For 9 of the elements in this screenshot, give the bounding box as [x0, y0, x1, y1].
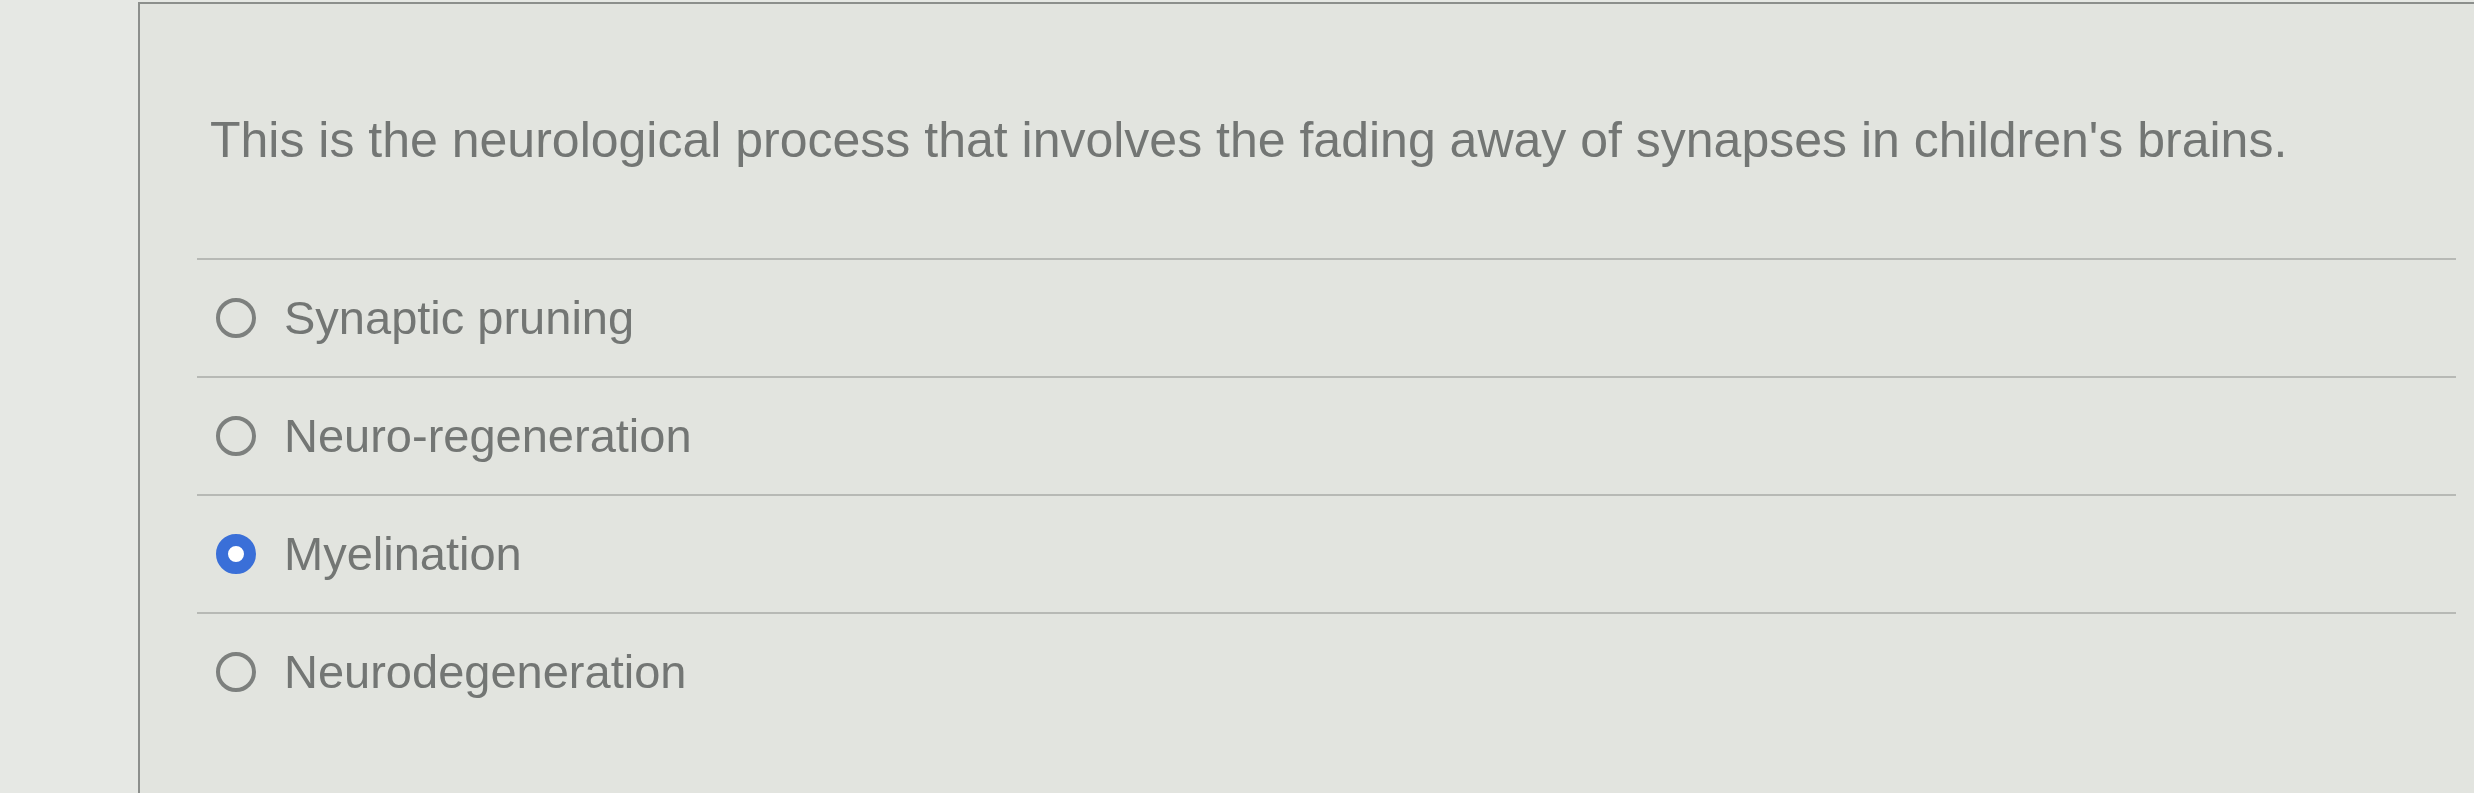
radio-button[interactable] [216, 298, 256, 338]
question-text: This is the neurological process that involves the fading away of synapses in children's brains. [210, 111, 2289, 170]
option-label[interactable]: Synaptic pruning [284, 289, 635, 347]
radio-button[interactable] [216, 652, 256, 692]
option-label[interactable]: Neurodegeneration [284, 643, 687, 701]
radio-button[interactable] [216, 416, 256, 456]
option-label[interactable]: Myelination [284, 525, 522, 583]
radio-button[interactable] [216, 534, 256, 574]
option-label[interactable]: Neuro-regeneration [284, 407, 692, 465]
